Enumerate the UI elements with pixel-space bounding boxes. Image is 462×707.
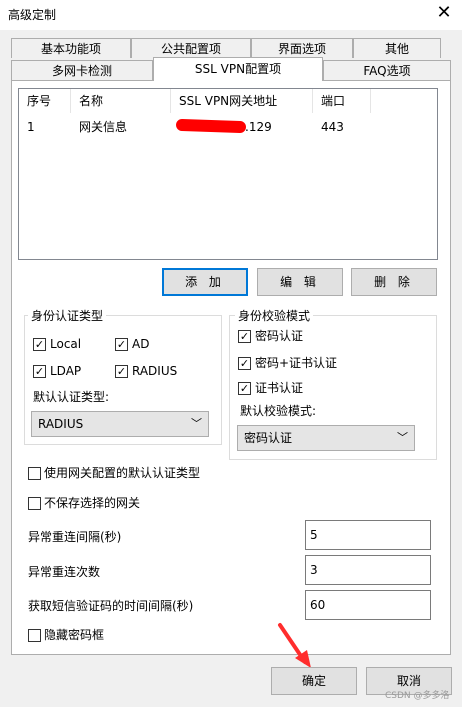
hide-password-label: 隐藏密码框 bbox=[44, 628, 105, 642]
password-auth-checkbox[interactable]: ✓ bbox=[238, 330, 251, 343]
delete-button[interactable]: 删 除 bbox=[351, 268, 437, 296]
default-auth-label: 默认认证类型: bbox=[33, 390, 110, 404]
reconnect-interval-label: 异常重连间隔(秒) bbox=[28, 530, 122, 544]
table-row-port[interactable]: 443 bbox=[313, 118, 344, 136]
chevron-down-icon: ﹀ bbox=[191, 417, 202, 430]
hide-password-checkbox[interactable] bbox=[28, 629, 41, 642]
sms-interval-label: 获取短信验证码的时间间隔(秒) bbox=[28, 599, 194, 613]
redaction-mark bbox=[175, 118, 247, 134]
tab-public-config[interactable]: 公共配置项 bbox=[131, 38, 251, 58]
column-header-name[interactable]: 名称 bbox=[71, 89, 171, 113]
ok-button[interactable]: 确定 bbox=[271, 667, 357, 695]
title-bar: 高级定制 ✕ bbox=[0, 0, 462, 30]
watermark: CSDN @多多洛 bbox=[385, 691, 450, 701]
table-row-address[interactable]: .129 bbox=[245, 118, 272, 136]
auth-type-title: 身份认证类型 bbox=[28, 307, 107, 324]
no-save-gateway-checkbox[interactable] bbox=[28, 497, 41, 510]
tab-basic-functions[interactable]: 基本功能项 bbox=[11, 38, 131, 58]
default-verify-label: 默认校验模式: bbox=[240, 404, 317, 418]
password-cert-auth-checkbox[interactable]: ✓ bbox=[238, 357, 251, 370]
column-header-index[interactable]: 序号 bbox=[19, 89, 71, 113]
sms-interval-input[interactable]: 60 bbox=[305, 590, 431, 620]
radius-label: RADIUS bbox=[132, 364, 178, 378]
reconnect-count-input[interactable]: 3 bbox=[305, 555, 431, 585]
add-button[interactable]: 添 加 bbox=[162, 268, 248, 296]
reconnect-interval-input[interactable]: 5 bbox=[305, 520, 431, 550]
radius-checkbox[interactable]: ✓ bbox=[115, 365, 128, 378]
edit-button[interactable]: 编 辑 bbox=[257, 268, 343, 296]
column-header-address[interactable]: SSL VPN网关地址 bbox=[171, 89, 313, 113]
tab-faq-options[interactable]: FAQ选项 bbox=[323, 60, 451, 80]
reconnect-count-label: 异常重连次数 bbox=[28, 565, 101, 579]
use-gateway-default-checkbox[interactable] bbox=[28, 467, 41, 480]
ad-label: AD bbox=[132, 337, 150, 351]
ldap-label: LDAP bbox=[50, 364, 82, 378]
tab-multi-nic-detect[interactable]: 多网卡检测 bbox=[11, 60, 153, 80]
tab-ssl-vpn-config[interactable]: SSL VPN配置项 bbox=[153, 57, 323, 81]
no-save-gateway-label: 不保存选择的网关 bbox=[44, 496, 141, 510]
gateway-list[interactable]: 序号 名称 SSL VPN网关地址 端口 1 网关信息 .129 443 bbox=[18, 88, 438, 260]
ldap-checkbox[interactable]: ✓ bbox=[33, 365, 46, 378]
default-auth-select[interactable]: RADIUS ﹀ bbox=[31, 411, 209, 437]
password-cert-auth-label: 密码+证书认证 bbox=[255, 356, 338, 370]
local-checkbox[interactable]: ✓ bbox=[33, 338, 46, 351]
local-label: Local bbox=[50, 337, 82, 351]
table-row-name[interactable]: 网关信息 bbox=[71, 118, 127, 136]
default-verify-value: 密码认证 bbox=[244, 431, 293, 445]
column-header-port[interactable]: 端口 bbox=[313, 89, 371, 113]
annotation-arrow-icon bbox=[278, 623, 311, 668]
default-verify-select[interactable]: 密码认证 ﹀ bbox=[237, 425, 415, 451]
tab-interface-options[interactable]: 界面选项 bbox=[251, 38, 353, 58]
cert-auth-checkbox[interactable]: ✓ bbox=[238, 382, 251, 395]
tab-other[interactable]: 其他 bbox=[353, 38, 441, 58]
table-row-index[interactable]: 1 bbox=[19, 118, 35, 136]
ad-checkbox[interactable]: ✓ bbox=[115, 338, 128, 351]
use-gateway-default-label: 使用网关配置的默认认证类型 bbox=[44, 466, 201, 480]
chevron-down-icon: ﹀ bbox=[397, 431, 408, 444]
close-icon[interactable]: ✕ bbox=[430, 0, 458, 28]
cert-auth-label: 证书认证 bbox=[255, 381, 304, 395]
default-auth-value: RADIUS bbox=[38, 417, 84, 431]
verify-mode-title: 身份校验模式 bbox=[235, 307, 314, 324]
window-title: 高级定制 bbox=[8, 8, 57, 22]
password-auth-label: 密码认证 bbox=[255, 329, 304, 343]
advanced-settings-dialog: 高级定制 ✕ 基本功能项 公共配置项 界面选项 其他 多网卡检测 SSL VPN… bbox=[0, 0, 462, 707]
